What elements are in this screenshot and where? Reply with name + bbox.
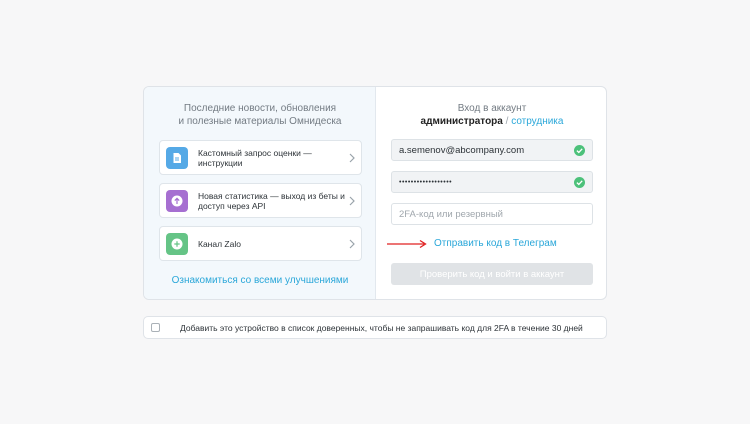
role-employee-link[interactable]: сотрудника xyxy=(511,116,563,127)
check-icon xyxy=(574,145,585,156)
role-separator: / xyxy=(502,116,512,127)
news-heading-line1: Последние новости, обновления xyxy=(183,103,337,114)
plus-circle-icon xyxy=(166,233,188,255)
news-item-label: Канал Zalo xyxy=(198,239,241,249)
login-title: Вход в аккаунт xyxy=(457,103,527,114)
chevron-right-icon xyxy=(349,239,355,249)
arrow-up-circle-icon xyxy=(166,190,188,212)
red-arrow-annotation-icon xyxy=(387,239,427,249)
send-code-telegram-link[interactable]: Отправить код в Телеграм xyxy=(434,238,557,249)
news-item-label: Новая статистика — выход из беты и досту… xyxy=(198,191,345,211)
trust-device-checkbox[interactable] xyxy=(151,323,160,332)
2fa-code-input[interactable]: 2FA-код или резервный xyxy=(391,203,593,225)
see-all-updates-link[interactable]: Ознакомиться со всеми улучшениями xyxy=(144,275,376,286)
trust-device-row: Добавить это устройство в список доверен… xyxy=(143,316,607,339)
2fa-code-placeholder: 2FA-код или резервный xyxy=(399,208,503,220)
news-item-label: Кастомный запрос оценки — инструкции xyxy=(198,148,312,168)
email-field[interactable]: a.semenov@abcompany.com xyxy=(391,139,593,161)
document-icon xyxy=(166,147,188,169)
news-item-zalo-channel[interactable]: Канал Zalo xyxy=(159,226,362,261)
email-value: a.semenov@abcompany.com xyxy=(399,144,525,156)
login-panel: Вход в аккаунт администратора / сотрудни… xyxy=(376,87,606,299)
trust-device-label: Добавить это устройство в список доверен… xyxy=(180,322,583,333)
news-heading: Последние новости, обновления и полезные… xyxy=(144,102,376,128)
password-value: •••••••••••••••••• xyxy=(399,178,453,186)
news-heading-line2: и полезные материалы Омнидеска xyxy=(178,116,342,127)
news-item-new-statistics[interactable]: Новая статистика — выход из беты и досту… xyxy=(159,183,362,218)
chevron-right-icon xyxy=(349,196,355,206)
check-icon xyxy=(574,177,585,188)
news-panel: Последние новости, обновления и полезные… xyxy=(144,87,376,299)
news-item-custom-rating[interactable]: Кастомный запрос оценки — инструкции xyxy=(159,140,362,175)
password-field[interactable]: •••••••••••••••••• xyxy=(391,171,593,193)
verify-and-login-button[interactable]: Проверить код и войти в аккаунт xyxy=(391,263,593,285)
role-switch: администратора / сотрудника xyxy=(376,115,606,128)
chevron-right-icon xyxy=(349,153,355,163)
login-card: Последние новости, обновления и полезные… xyxy=(143,86,607,300)
role-admin-label: администратора xyxy=(420,116,503,127)
